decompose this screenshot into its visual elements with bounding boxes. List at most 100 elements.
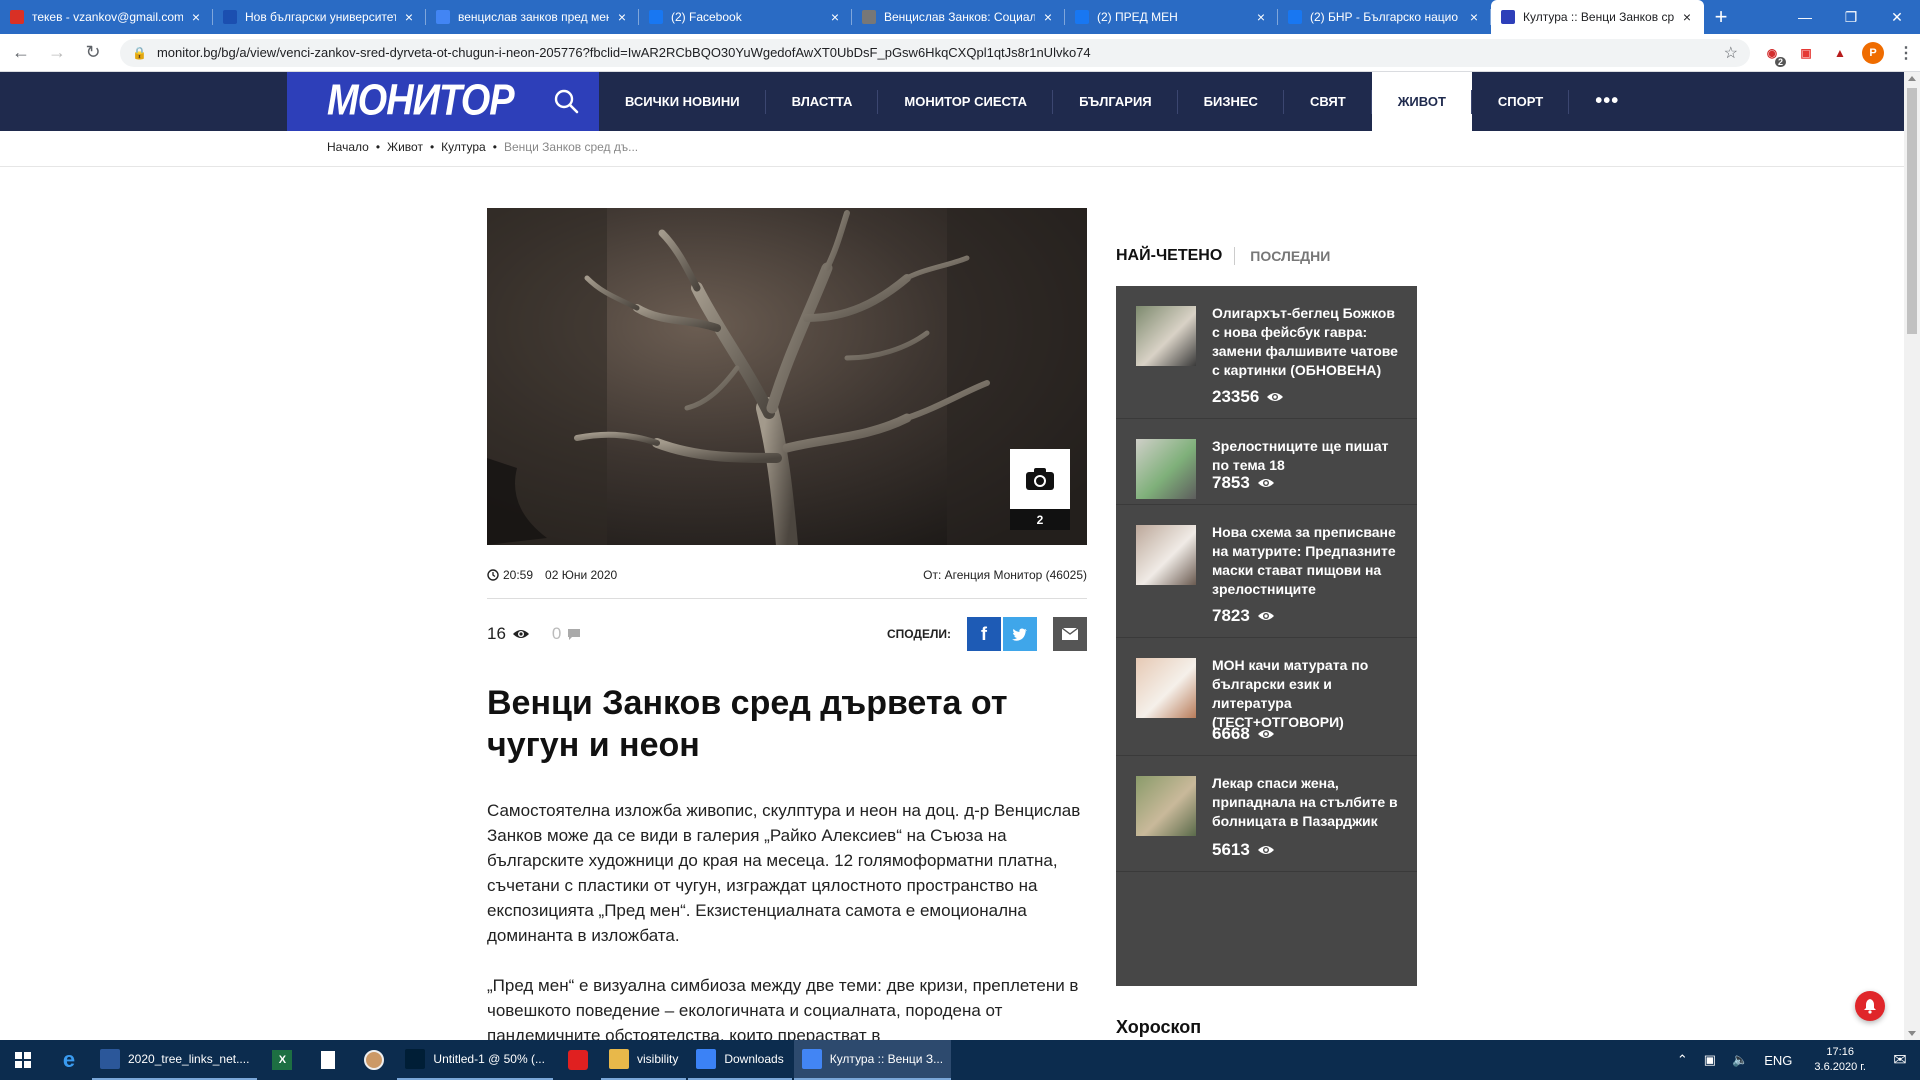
menu-item[interactable]: СВЯТ xyxy=(1284,72,1372,131)
tab-close-icon[interactable]: × xyxy=(189,9,203,25)
menu-item[interactable]: МОНИТОР СИЕСТА xyxy=(878,72,1053,131)
most-read-title[interactable]: Лекар спаси жена, припаднала на стълбите… xyxy=(1212,774,1404,831)
lock-icon: 🔒 xyxy=(132,45,147,60)
horoscope-heading[interactable]: Хороскоп xyxy=(1116,1017,1201,1038)
tab-close-icon[interactable]: × xyxy=(1041,9,1055,25)
menu-item[interactable]: СПОРТ xyxy=(1472,72,1570,131)
logo-wordmark: МОНИТОР xyxy=(327,76,515,126)
tab-close-icon[interactable]: × xyxy=(1467,9,1481,25)
article-hero-image[interactable] xyxy=(487,208,1087,545)
share-facebook-button[interactable]: f xyxy=(967,617,1001,651)
language-indicator[interactable]: ENG xyxy=(1764,1053,1792,1068)
windows-start-icon[interactable] xyxy=(0,1040,46,1080)
globe-app-icon[interactable] xyxy=(351,1040,397,1080)
menu-item[interactable]: ВСИЧКИ НОВИНИ xyxy=(599,72,766,131)
menu-item[interactable]: ЖИВОТ xyxy=(1371,72,1473,131)
browser-tab[interactable]: Венцислав Занков: Социал × xyxy=(852,0,1065,34)
site-logo[interactable]: МОНИТОР xyxy=(287,72,599,131)
menu-item[interactable]: ВЛАСТТА xyxy=(766,72,879,131)
taskbar-app-label: 2020_tree_links_net.... xyxy=(128,1052,250,1066)
page-scrollbar[interactable] xyxy=(1904,72,1920,1040)
tab-close-icon[interactable]: × xyxy=(402,9,416,25)
gallery-button[interactable]: 2 xyxy=(1010,449,1070,530)
acrobat-icon[interactable] xyxy=(555,1040,601,1080)
forward-icon[interactable]: → xyxy=(42,38,72,68)
scrollbar-thumb[interactable] xyxy=(1907,88,1917,334)
scroll-down-icon[interactable] xyxy=(1908,1031,1916,1036)
most-read-item[interactable]: Зрелостниците ще пишат по тема 18 7853 xyxy=(1116,419,1417,505)
taskbar-app[interactable]: Downloads xyxy=(688,1040,792,1080)
excel-icon[interactable]: X xyxy=(259,1040,305,1080)
most-read-item[interactable]: Нова схема за преписване на матурите: Пр… xyxy=(1116,505,1417,638)
extension-pocket-icon[interactable]: ▣ xyxy=(1794,41,1818,65)
most-read-item[interactable]: МОН качи матурата по български език и ли… xyxy=(1116,638,1417,756)
close-window-icon[interactable]: ✕ xyxy=(1874,0,1920,34)
main-menu: ВСИЧКИ НОВИНИ ВЛАСТТА МОНИТОР СИЕСТА БЪЛГАР… xyxy=(599,72,1645,131)
tab-close-icon[interactable]: × xyxy=(1254,9,1268,25)
browser-tab[interactable]: Нов български университет × xyxy=(213,0,426,34)
article-thumbnail[interactable] xyxy=(1136,658,1196,718)
scroll-up-icon[interactable] xyxy=(1908,76,1916,81)
share-email-button[interactable] xyxy=(1053,617,1087,651)
bookmark-star-icon[interactable]: ☆ xyxy=(1724,43,1738,63)
extension-acrobat-icon[interactable]: ▲ xyxy=(1828,41,1852,65)
browser-tab[interactable]: Култура :: Венци Занков ср × xyxy=(1491,0,1704,34)
taskbar-app[interactable]: Култура :: Венци З... xyxy=(793,1040,952,1080)
tab-close-icon[interactable]: × xyxy=(1680,9,1694,25)
article-thumbnail[interactable] xyxy=(1136,439,1196,499)
back-icon[interactable]: ← xyxy=(6,38,36,68)
tab-close-icon[interactable]: × xyxy=(828,9,842,25)
extension-badge: 2 xyxy=(1774,56,1786,67)
system-clock[interactable]: 17:16 3.6.2020 г. xyxy=(1814,1045,1866,1075)
file-icon[interactable] xyxy=(305,1040,351,1080)
browser-tab[interactable]: (2) БНР - Българско нацио × xyxy=(1278,0,1491,34)
new-tab-button[interactable]: + xyxy=(1704,0,1738,34)
notification-bell-icon[interactable] xyxy=(1855,991,1885,1021)
taskbar-app[interactable]: 2020_tree_links_net.... xyxy=(92,1040,258,1080)
most-read-title[interactable]: Нова схема за преписване на матурите: Пр… xyxy=(1212,523,1404,599)
comment-count[interactable]: 0 xyxy=(552,624,581,644)
breadcrumb-item[interactable]: Култура xyxy=(441,140,486,154)
share-twitter-button[interactable] xyxy=(1003,617,1037,651)
browser-tab[interactable]: текев - vzankov@gmail.com × xyxy=(0,0,213,34)
chrome-icon xyxy=(801,1049,822,1069)
taskbar-app[interactable]: visibility xyxy=(600,1040,687,1080)
sidebar-tabs: НАЙ-ЧЕТЕНО ПОСЛЕДНИ xyxy=(1116,247,1330,265)
browser-tab[interactable]: (2) Facebook × xyxy=(639,0,852,34)
maximize-icon[interactable]: ❐ xyxy=(1828,0,1874,34)
browser-tab[interactable]: венцислав занков пред мен × xyxy=(426,0,639,34)
tab-most-read[interactable]: НАЙ-ЧЕТЕНО xyxy=(1116,247,1236,265)
menu-item[interactable]: БЪЛГАРИЯ xyxy=(1053,72,1178,131)
most-read-title[interactable]: Олигархът-беглец Божков с нова фейсбук г… xyxy=(1212,304,1404,380)
profile-avatar[interactable]: P xyxy=(1862,41,1884,64)
article-thumbnail[interactable] xyxy=(1136,776,1196,836)
extension-opera-icon[interactable]: ◉ 2 xyxy=(1760,41,1786,67)
more-menu-icon[interactable]: ••• xyxy=(1569,72,1645,131)
tray-expand-icon[interactable]: ⌃ xyxy=(1677,1052,1688,1068)
edge-icon[interactable]: e xyxy=(46,1040,92,1080)
most-read-title[interactable]: Зрелостниците ще пишат по тема 18 xyxy=(1212,437,1404,475)
breadcrumb-divider xyxy=(0,166,1904,167)
minimize-icon[interactable]: — xyxy=(1782,0,1828,34)
article-source[interactable]: От: Агенция Монитор (46025) xyxy=(923,568,1087,582)
search-icon[interactable] xyxy=(553,88,579,114)
most-read-item[interactable]: Лекар спаси жена, припаднала на стълбите… xyxy=(1116,756,1417,872)
reload-icon[interactable]: ↻ xyxy=(78,38,108,68)
breadcrumb-item[interactable]: Начало xyxy=(327,140,369,154)
breadcrumb-item[interactable]: Живот xyxy=(387,140,423,154)
taskbar-app[interactable]: Untitled-1 @ 50% (... xyxy=(397,1040,553,1080)
tab-latest[interactable]: ПОСЛЕДНИ xyxy=(1235,248,1330,264)
article-thumbnail[interactable] xyxy=(1136,306,1196,366)
volume-icon[interactable]: 🔈 xyxy=(1732,1052,1748,1068)
menu-item[interactable]: БИЗНЕС xyxy=(1178,72,1285,131)
action-center-icon[interactable]: ✉ xyxy=(1880,1050,1920,1070)
article-thumbnail[interactable] xyxy=(1136,525,1196,585)
tab-close-icon[interactable]: × xyxy=(615,9,629,25)
most-read-title[interactable]: МОН качи матурата по български език и ли… xyxy=(1212,656,1404,732)
most-read-item[interactable]: Олигархът-беглец Божков с нова фейсбук г… xyxy=(1116,286,1417,419)
network-icon[interactable]: ▣ xyxy=(1704,1052,1716,1068)
browser-tab[interactable]: (2) ПРЕД МЕН × xyxy=(1065,0,1278,34)
browser-menu-icon[interactable]: ⋮ xyxy=(1894,41,1918,65)
url-text[interactable]: monitor.bg/bg/a/view/venci-zankov-sred-d… xyxy=(157,45,1724,60)
address-bar[interactable]: 🔒 monitor.bg/bg/a/view/venci-zankov-sred… xyxy=(120,38,1750,67)
